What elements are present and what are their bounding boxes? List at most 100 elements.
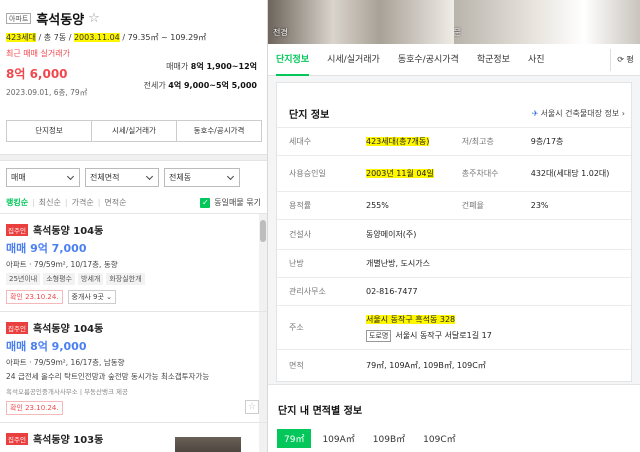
refresh-area-button[interactable]: ⟳ 평 bbox=[610, 48, 640, 71]
listing-description: 24 급전세 올수리 탁트인전망과 숲전망 동시가능 최소갭투자가능 bbox=[6, 372, 210, 381]
tag: 방세개 bbox=[78, 273, 104, 285]
info-key: 저/최고층 bbox=[453, 127, 519, 156]
listing-title: 흑석동양 103동 bbox=[32, 435, 104, 446]
sale-price-range: 8억 1,900~12억 bbox=[190, 62, 257, 71]
sort-area[interactable]: 면적순 bbox=[104, 197, 126, 208]
recent-price: 8억 6,000 bbox=[6, 67, 68, 81]
area-range: 79.35㎡ ~ 109.29㎡ bbox=[127, 33, 207, 42]
jeonse-price-label: 전세가 bbox=[143, 81, 166, 90]
listing-title: 흑석동양 104동 bbox=[32, 324, 104, 335]
owner-badge: 집주인 bbox=[6, 321, 28, 334]
table-row: 건설사 동양메이저(주) bbox=[277, 219, 631, 250]
filter-bar: 매매 전체면적 전체동 bbox=[0, 161, 267, 187]
sort-latest[interactable]: 최신순 bbox=[39, 197, 61, 208]
info-value: 개별난방, 도시가스 bbox=[354, 249, 631, 278]
area-tabs: 79㎡ 109A㎡ 109B㎡ 109C㎡ bbox=[277, 429, 640, 448]
location-pin-icon: ✈ bbox=[531, 108, 539, 118]
road-address: 서울시 동작구 서달로1길 17 bbox=[395, 331, 492, 340]
complex-info-button[interactable]: 단지정보 bbox=[6, 120, 92, 142]
sort-price[interactable]: 가격순 bbox=[72, 197, 94, 208]
complex-title: 흑석동양 bbox=[36, 12, 85, 28]
tag: 화장실한개 bbox=[106, 273, 145, 285]
registry-link-label: 서울시 건축물대장 정보 › bbox=[540, 108, 625, 118]
listing-price: 매매 8억 9,000 bbox=[6, 340, 87, 353]
section-title: 단지 내 면적별 정보 bbox=[278, 406, 363, 417]
owner-badge: 집주인 bbox=[6, 432, 28, 445]
listing-price: 매매 9억 7,000 bbox=[6, 242, 87, 255]
table-row: 세대수 423세대(총7개동) 저/최고층 9층/17층 bbox=[277, 127, 631, 156]
complex-meta: 423세대 / 총 7동 / 2003.11.04 / 79.35㎡ ~ 109… bbox=[6, 33, 207, 42]
building-registry-link[interactable]: ✈ 서울시 건축물대장 정보 › bbox=[532, 108, 625, 119]
unit-price-button[interactable]: 동호수/공시가격 bbox=[176, 120, 262, 142]
sale-price-label: 매매가 bbox=[166, 62, 189, 71]
jeonse-price-range: 4억 9,000~5억 5,000 bbox=[168, 81, 257, 90]
info-value: 02-816-7477 bbox=[354, 277, 631, 306]
area-tab-109c[interactable]: 109C㎡ bbox=[416, 429, 462, 448]
sort-ranking[interactable]: 랭킹순 bbox=[6, 197, 28, 208]
road-address-badge: 도로명 bbox=[366, 329, 392, 342]
recent-price-label: 최근 매매 실거래가 bbox=[6, 49, 70, 58]
detail-tabs: 단지정보 시세/실거래가 동호수/공시가격 학군정보 사진 ⟳ 평 bbox=[268, 44, 640, 76]
area-select[interactable]: 전체면적 bbox=[85, 168, 159, 187]
building-count: 총 7동 bbox=[43, 33, 67, 42]
tab-unit-price[interactable]: 동호수/공시가격 bbox=[398, 44, 459, 76]
section-title: 단지 정보 bbox=[289, 109, 330, 121]
listing-title: 흑석동양 104동 bbox=[32, 226, 104, 237]
photo-label: 경문 bbox=[454, 28, 461, 37]
market-price-button[interactable]: 시세/실거래가 bbox=[91, 120, 177, 142]
table-row: 관리사무소 02-816-7477 bbox=[277, 277, 631, 306]
favorite-star-icon[interactable]: ☆ bbox=[88, 12, 100, 25]
info-key: 사용승인일 bbox=[277, 155, 354, 192]
info-value: 동양메이저(주) bbox=[354, 219, 631, 250]
list-item[interactable]: 집주인 흑석동양 104동 매매 8억 9,000 아파트 · 79/59m²,… bbox=[0, 312, 267, 423]
same-listing-label: 동일매물 묶기 bbox=[214, 198, 261, 207]
photo-label: 전경 bbox=[273, 28, 288, 37]
table-row: 용적률 255% 건폐율 23% bbox=[277, 191, 631, 220]
listing-header: 아파트 흑석동양 ☆ 423세대 / 총 7동 / 2003.11.04 / 7… bbox=[0, 0, 267, 142]
same-listing-toggle[interactable]: ✓ 동일매물 묶기 bbox=[200, 197, 261, 208]
tab-complex-info[interactable]: 단지정보 bbox=[276, 44, 310, 76]
list-item[interactable]: 집주인 흑석동양 103동 bbox=[0, 423, 267, 452]
complex-info-table: 세대수 423세대(총7개동) 저/최고층 9층/17층 사용승인일 2003년… bbox=[277, 127, 631, 382]
units-count: 423세대 bbox=[6, 33, 36, 42]
info-key: 면적 bbox=[277, 349, 354, 382]
listing-spec: 아파트 · 79/59m², 16/17층, 남동향 bbox=[6, 358, 125, 367]
info-value: 9층/17층 bbox=[518, 127, 631, 156]
confirm-date: 확인 23.10.24. bbox=[6, 290, 63, 304]
list-item[interactable]: 집주인 흑석동양 104동 매매 9억 7,000 아파트 · 79/59m²,… bbox=[0, 214, 267, 312]
info-value: 23% bbox=[518, 191, 631, 220]
tag: 소형평수 bbox=[43, 273, 75, 285]
area-tab-109b[interactable]: 109B㎡ bbox=[366, 429, 412, 448]
tab-market-price[interactable]: 시세/실거래가 bbox=[327, 44, 380, 76]
tab-photos[interactable]: 사진 bbox=[528, 44, 545, 76]
photo-thumbnail[interactable]: 경문 bbox=[454, 0, 640, 44]
building-select[interactable]: 전체동 bbox=[164, 168, 240, 187]
info-key: 난방 bbox=[277, 249, 354, 278]
address-cell: 서울시 동작구 흑석동 328 도로명 서울시 동작구 서달로1길 17 bbox=[354, 305, 631, 350]
listing-spec: 아파트 · 79/59m², 10/17층, 동향 bbox=[6, 260, 118, 269]
table-row: 주소 서울시 동작구 흑석동 328 도로명 서울시 동작구 서달로1길 17 bbox=[277, 305, 631, 350]
built-date: 2003.11.04 bbox=[73, 33, 120, 42]
brokers-dropdown[interactable]: 중개사 9곳 ⌄ bbox=[67, 290, 117, 304]
table-row: 면적 79㎡, 109A㎡, 109B㎡, 109C㎡ bbox=[277, 349, 631, 382]
checkbox-checked-icon[interactable]: ✓ bbox=[200, 197, 211, 208]
listing-thumbnail[interactable] bbox=[175, 437, 241, 452]
info-key: 세대수 bbox=[277, 127, 354, 156]
area-tab-109a[interactable]: 109A㎡ bbox=[315, 429, 361, 448]
favorite-star-icon[interactable]: ☆ bbox=[245, 400, 259, 414]
area-tab-79[interactable]: 79㎡ bbox=[277, 429, 312, 448]
photo-thumbnail[interactable]: 전경 bbox=[268, 0, 454, 44]
confirm-date: 확인 23.10.24. bbox=[6, 401, 63, 415]
table-row: 사용승인일 2003년 11월 04일 총주차대수 432대(세대당 1.02대… bbox=[277, 155, 631, 192]
info-value: 2003년 11월 04일 bbox=[354, 155, 454, 192]
info-key: 관리사무소 bbox=[277, 277, 354, 306]
listing-agent: 흑석오름공인중개사사무소 | 부동산뱅크 제공 bbox=[6, 388, 129, 396]
tab-school[interactable]: 학군정보 bbox=[477, 44, 510, 76]
section-divider bbox=[0, 154, 267, 161]
owner-badge: 집주인 bbox=[6, 223, 28, 236]
info-key: 총주차대수 bbox=[453, 155, 519, 192]
listing-tags: 25년이내 소형평수 방세개 화장실한개 bbox=[6, 273, 261, 285]
trade-type-select[interactable]: 매매 bbox=[6, 168, 80, 187]
complex-info-card: 단지 정보 ✈ 서울시 건축물대장 정보 › 세대수 423세대(총7개동) 저/… bbox=[276, 82, 632, 382]
sort-bar: 랭킹순 | 최신순 | 가격순 | 면적순 ✓ 동일매물 묶기 bbox=[6, 197, 261, 208]
